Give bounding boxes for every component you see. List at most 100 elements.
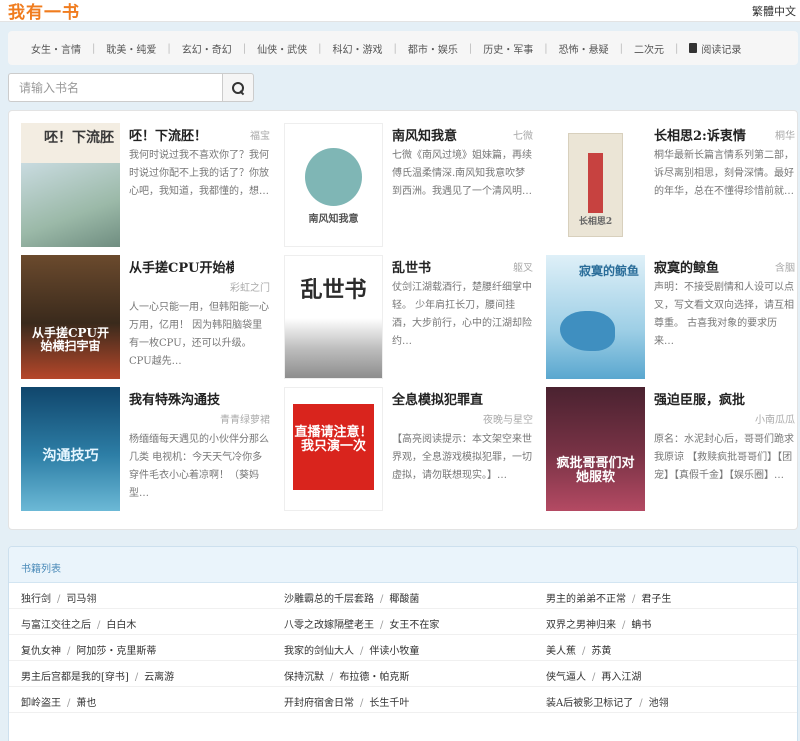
book-title[interactable]: 我有特殊沟通技 [129,389,234,408]
list-book-title[interactable]: 复仇女神 [21,646,61,657]
list-separator: / [360,698,364,709]
list-item[interactable]: 我家的剑仙大人 / 伴读小牧童 [284,642,419,657]
list-book-title[interactable]: 双界之男神归来 [546,620,616,631]
book-author[interactable]: 小南瓜瓜 [755,411,795,426]
list-book-author[interactable]: 苏黄 [591,646,611,657]
book-card[interactable]: 南风知我意 南风知我意 七微 七微《南风过境》姐妹篇，再续傅氏温柔情深.南风知我… [284,123,537,247]
book-author[interactable]: 夜晚与星空 [483,411,533,426]
book-title[interactable]: 全息模拟犯罪直 [392,389,497,408]
book-card[interactable]: 疯批哥哥们对她服软 强迫臣服，疯批 小南瓜瓜 原名：水泥封心后，哥哥们跪求我原谅… [546,387,799,511]
list-item[interactable]: 复仇女神 / 阿加莎・克里斯蒂 [21,642,156,657]
book-author[interactable]: 躯叉 [513,259,533,274]
list-book-title[interactable]: 我家的剑仙大人 [284,646,354,657]
book-title[interactable]: 呸！下流胚！ [129,125,234,144]
book-author[interactable]: 福宝 [250,127,270,142]
list-book-title[interactable]: 独行剑 [21,594,51,605]
list-book-author[interactable]: 女王不在家 [389,620,439,631]
language-switch-link[interactable]: 繁體中文 [752,3,796,19]
list-book-title[interactable]: 美人蕉 [546,646,576,657]
list-book-title[interactable]: 与富江交往之后 [21,620,91,631]
search-input[interactable] [8,73,222,102]
list-book-author[interactable]: 司马翎 [66,594,96,605]
list-book-title[interactable]: 八零之改嫁隔壁老王 [284,620,374,631]
book-title[interactable]: 乱世书 [392,257,497,276]
list-book-author[interactable]: 君子生 [641,594,671,605]
list-book-author[interactable]: 蚺书 [631,620,651,631]
book-author[interactable]: 青青绿萝裙 [220,411,270,426]
list-book-author[interactable]: 布拉德・帕克斯 [339,672,409,683]
list-item[interactable]: 保持沉默 / 布拉德・帕克斯 [284,668,409,683]
book-cover[interactable]: 长相思2 [546,123,645,247]
list-item[interactable]: 美人蕉 / 苏黄 [546,642,611,657]
list-book-author[interactable]: 再入江湖 [601,672,641,683]
list-item[interactable]: 与富江交往之后 / 白白木 [21,616,136,631]
list-book-title[interactable]: 沙雕霸总的千层套路 [284,594,374,605]
list-book-author[interactable]: 白白木 [106,620,136,631]
list-book-title[interactable]: 男主的弟弟不正常 [546,594,626,605]
list-book-author[interactable]: 伴读小牧童 [369,646,419,657]
nav-item-reading-history[interactable]: 阅读记录 [678,41,752,56]
list-item[interactable]: 开封府宿舍日常 / 长生千叶 [284,694,409,709]
book-cover[interactable]: 疯批哥哥们对她服软 [546,387,645,511]
book-author[interactable]: 七微 [513,127,533,142]
list-book-title[interactable]: 男主后宫都是我的[穿书] [21,672,129,683]
book-card[interactable]: 长相思2 长相思2:诉衷情 桐华 桐华最新长篇言情系列第二部，诉尽离别相思，刻骨… [546,123,799,247]
nav-item-romance[interactable]: 女生・言情 [20,41,92,56]
book-title[interactable]: 长相思2:诉衷情 [654,125,759,144]
list-separator: / [592,672,596,683]
list-item[interactable]: 卸岭盗王 / 萧也 [21,694,96,709]
list-item[interactable]: 独行剑 / 司马翎 [21,590,96,605]
list-book-title[interactable]: 开封府宿舍日常 [284,698,354,709]
nav-item-history[interactable]: 历史・军事 [472,41,544,56]
list-book-author[interactable]: 椰酸菌 [389,594,419,605]
nav-item-acg[interactable]: 二次元 [623,41,675,56]
list-item[interactable]: 装A后被影卫标记了 / 池翎 [546,694,669,709]
list-item[interactable]: 沙雕霸总的千层套路 / 椰酸菌 [284,590,419,605]
list-book-title[interactable]: 侠气逼人 [546,672,586,683]
book-author[interactable]: 含胭 [775,259,795,274]
list-book-author[interactable]: 池翎 [649,698,669,709]
category-nav: 女生・言情 | 耽美・纯爱 | 玄幻・奇幻 | 仙侠・武侠 | 科幻・游戏 | 都市・娱乐… [8,31,798,65]
book-card[interactable]: 从手搓CPU开始横扫宇宙 从手搓CPU开始横 彩虹之门 人一心只能一用，但韩阳能… [21,255,274,379]
book-card[interactable]: 直播请注意！我只演一次 全息模拟犯罪直 夜晚与星空 【高亮阅读提示：本文架空来世… [284,387,537,511]
list-book-author[interactable]: 云离游 [144,672,174,683]
list-book-title[interactable]: 保持沉默 [284,672,324,683]
book-cover[interactable]: 乱世书 [284,255,383,379]
nav-item-horror[interactable]: 恐怖・悬疑 [548,41,620,56]
nav-item-urban[interactable]: 都市・娱乐 [397,41,469,56]
book-title[interactable]: 南风知我意 [392,125,497,144]
book-author[interactable]: 彩虹之门 [230,279,270,294]
list-item[interactable]: 男主的弟弟不正常 / 君子生 [546,590,671,605]
list-item[interactable]: 侠气逼人 / 再入江湖 [546,668,641,683]
table-row: 复仇女神 / 阿加莎・克里斯蒂 我家的剑仙大人 / 伴读小牧童 美人蕉 / 苏黄 [9,635,797,661]
book-card[interactable]: 呸！下流胚 呸！下流胚！ 福宝 我何时说过我不喜欢你了？我何时说过你配不上我的话… [21,123,274,247]
list-book-author[interactable]: 阿加莎・克里斯蒂 [76,646,156,657]
book-card[interactable]: 寂寞的鲸鱼 寂寞的鲸鱼 含胭 声明：不接受剧情和人设可以点叉，写文看文双向选择，… [546,255,799,379]
book-card[interactable]: 沟通技巧 我有特殊沟通技 青青绿萝裙 杨缅缅每天遇见的小伙伴分那么几类 电视机：… [21,387,274,511]
nav-item-bl[interactable]: 耽美・纯爱 [95,41,167,56]
list-book-author[interactable]: 长生千叶 [369,698,409,709]
book-title[interactable]: 从手搓CPU开始横 [129,257,234,276]
search-button[interactable] [222,73,254,102]
nav-item-xianxia[interactable]: 仙侠・武侠 [246,41,318,56]
book-title[interactable]: 强迫臣服，疯批 [654,389,759,408]
list-item[interactable]: 男主后宫都是我的[穿书] / 云离游 [21,668,174,683]
nav-item-fantasy[interactable]: 玄幻・奇幻 [171,41,243,56]
book-cover[interactable]: 直播请注意！我只演一次 [284,387,383,511]
book-author[interactable]: 桐华 [775,127,795,142]
site-logo[interactable]: 我有一书 [8,0,80,23]
book-cover[interactable]: 沟通技巧 [21,387,120,511]
list-book-title[interactable]: 卸岭盗王 [21,698,61,709]
book-title[interactable]: 寂寞的鲸鱼 [654,257,759,276]
nav-item-scifi[interactable]: 科幻・游戏 [322,41,394,56]
list-book-title[interactable]: 装A后被影卫标记了 [546,698,633,709]
book-cover[interactable]: 寂寞的鲸鱼 [546,255,645,379]
list-item[interactable]: 双界之男神归来 / 蚺书 [546,616,651,631]
book-cover[interactable]: 从手搓CPU开始横扫宇宙 [21,255,120,379]
list-item[interactable]: 八零之改嫁隔壁老王 / 女王不在家 [284,616,439,631]
book-cover[interactable]: 呸！下流胚 [21,123,120,247]
book-card[interactable]: 乱世书 乱世书 躯叉 仗剑江湖载酒行，楚腰纤细掌中轻。 少年肩扛长刀，腰间挂酒，… [284,255,537,379]
list-book-author[interactable]: 萧也 [76,698,96,709]
book-cover[interactable]: 南风知我意 [284,123,383,247]
cover-figure [21,163,120,247]
